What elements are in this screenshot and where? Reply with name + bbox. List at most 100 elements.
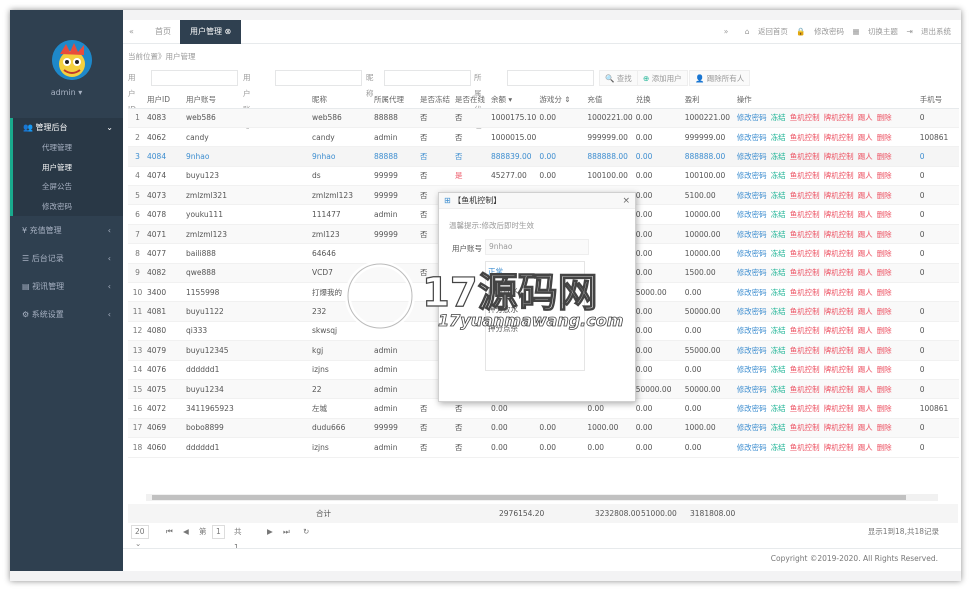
action-link[interactable]: 修改密码 (737, 113, 767, 122)
column-header[interactable]: 用户ID (144, 92, 183, 109)
prev-page-button[interactable]: ◀ (183, 524, 189, 540)
action-link[interactable]: 鱼机控制 (790, 113, 820, 122)
column-header[interactable]: 手机号 (916, 92, 959, 109)
action-link[interactable]: 牌机控制 (824, 443, 854, 452)
action-link[interactable]: 牌机控制 (824, 191, 854, 200)
column-header[interactable]: 操作 (733, 92, 917, 109)
sidebar-item-password[interactable]: 修改密码 (13, 197, 123, 217)
table-row[interactable]: 2 4062 candy candy admin 否否 1000015.00 999999.0… (128, 127, 959, 148)
action-link[interactable]: 修改密码 (737, 307, 767, 316)
action-link[interactable]: 踢人 (858, 268, 873, 277)
action-link[interactable]: 鱼机控制 (790, 171, 820, 180)
action-link[interactable]: 修改密码 (737, 230, 767, 239)
action-link[interactable]: 删除 (877, 288, 892, 297)
action-link[interactable]: 冻结 (771, 210, 786, 219)
action-link[interactable]: 修改密码 (737, 268, 767, 277)
action-link[interactable]: 冻结 (771, 346, 786, 355)
menu-group-video[interactable]: ▤ 视讯管理 ‹ (10, 277, 123, 297)
sidebar-item-agents[interactable]: 代理管理 (13, 138, 123, 158)
action-link[interactable]: 踢人 (858, 288, 873, 297)
action-link[interactable]: 修改密码 (737, 133, 767, 142)
action-link[interactable]: 牌机控制 (824, 404, 854, 413)
scroll-left-button[interactable]: « (123, 20, 145, 44)
menu-group-admin[interactable]: 👥 管理后台 ⌄ (10, 118, 123, 138)
scrollbar-thumb[interactable] (152, 495, 906, 500)
action-link[interactable]: 牌机控制 (824, 288, 854, 297)
table-row[interactable]: 18 4060 dddddd1 izjns admin 否否 0.00 0.00 0.00 0.0… (128, 437, 959, 458)
column-header[interactable]: 盈利 (681, 92, 734, 109)
action-link[interactable]: 鱼机控制 (790, 346, 820, 355)
action-link[interactable]: 鱼机控制 (790, 307, 820, 316)
action-link[interactable]: 鱼机控制 (790, 191, 820, 200)
action-link[interactable]: 删除 (877, 365, 892, 374)
action-link[interactable]: 踢人 (858, 326, 873, 335)
switch-theme-link[interactable]: ▦ 切换主题 (852, 27, 897, 36)
control-option[interactable]: 押分放水 (486, 300, 584, 319)
action-link[interactable]: 踢人 (858, 443, 873, 452)
action-link[interactable]: 冻结 (771, 365, 786, 374)
action-link[interactable]: 冻结 (771, 385, 786, 394)
action-link[interactable]: 踢人 (858, 171, 873, 180)
page-input[interactable]: 1 (212, 525, 225, 539)
action-link[interactable]: 冻结 (771, 230, 786, 239)
action-link[interactable]: 删除 (877, 268, 892, 277)
table-row[interactable]: 1 4083 web586 web586 88888 否否 1000175.10 0.00 10… (128, 108, 959, 128)
action-link[interactable]: 删除 (877, 133, 892, 142)
column-header[interactable]: 余额 ▾ (488, 92, 537, 109)
menu-group-recharge[interactable]: ¥ 充值管理 ‹ (10, 221, 123, 241)
action-link[interactable]: 踢人 (858, 152, 873, 161)
action-link[interactable]: 修改密码 (737, 365, 767, 374)
action-link[interactable]: 牌机控制 (824, 230, 854, 239)
action-link[interactable]: 冻结 (771, 423, 786, 432)
action-link[interactable]: 修改密码 (737, 423, 767, 432)
action-link[interactable]: 删除 (877, 249, 892, 258)
action-link[interactable]: 鱼机控制 (790, 385, 820, 394)
action-link[interactable]: 鱼机控制 (790, 288, 820, 297)
column-header[interactable]: 兑换 (632, 92, 682, 109)
action-link[interactable]: 鱼机控制 (790, 152, 820, 161)
action-link[interactable]: 修改密码 (737, 346, 767, 355)
action-link[interactable]: 修改密码 (737, 210, 767, 219)
action-link[interactable]: 修改密码 (737, 249, 767, 258)
action-link[interactable]: 冻结 (771, 191, 786, 200)
nickname-input[interactable] (384, 70, 471, 86)
action-link[interactable]: 牌机控制 (824, 113, 854, 122)
action-link[interactable]: 修改密码 (737, 385, 767, 394)
action-link[interactable]: 删除 (877, 326, 892, 335)
action-link[interactable]: 牌机控制 (824, 385, 854, 394)
action-link[interactable]: 删除 (877, 423, 892, 432)
action-link[interactable]: 鱼机控制 (790, 133, 820, 142)
action-link[interactable]: 冻结 (771, 113, 786, 122)
action-link[interactable]: 踢人 (858, 365, 873, 374)
table-row[interactable]: 4 4074 buyu123 ds 99999 否是 45277.00 0.00 100100.… (128, 166, 959, 187)
page-size-select[interactable]: 20 ⌄ (131, 525, 149, 548)
action-link[interactable]: 删除 (877, 443, 892, 452)
action-link[interactable]: 踢人 (858, 133, 873, 142)
dialog-account-input[interactable]: 9nhao (485, 239, 589, 255)
user-account-input[interactable] (275, 70, 362, 86)
action-link[interactable]: 冻结 (771, 307, 786, 316)
action-link[interactable]: 冻结 (771, 326, 786, 335)
close-icon[interactable]: ⊗ (225, 27, 232, 36)
menu-group-settings[interactable]: ⚙ 系统设置 ‹ (10, 305, 123, 325)
action-link[interactable]: 删除 (877, 152, 892, 161)
user-menu[interactable]: admin ▾ (10, 88, 123, 97)
control-option[interactable]: 押分点杀 (486, 319, 584, 338)
action-link[interactable]: 牌机控制 (824, 268, 854, 277)
action-link[interactable]: 冻结 (771, 404, 786, 413)
dialog-title-bar[interactable]: ⊞ 【鱼机控制】 × (439, 193, 635, 209)
action-link[interactable]: 修改密码 (737, 152, 767, 161)
action-link[interactable]: 冻结 (771, 443, 786, 452)
refresh-button[interactable]: ↻ (303, 524, 309, 540)
action-link[interactable]: 鱼机控制 (790, 326, 820, 335)
column-header[interactable]: 充值 (584, 92, 633, 109)
column-header[interactable]: 是否冻结 (417, 92, 452, 109)
sidebar-item-users[interactable]: 用户管理 (13, 158, 123, 178)
action-link[interactable]: 牌机控制 (824, 326, 854, 335)
action-link[interactable]: 牌机控制 (824, 133, 854, 142)
action-link[interactable]: 踢人 (858, 249, 873, 258)
horizontal-scrollbar[interactable] (146, 494, 938, 501)
action-link[interactable]: 踢人 (858, 423, 873, 432)
action-link[interactable]: 冻结 (771, 249, 786, 258)
table-row[interactable]: 3 4084 9nhao 9nhao 88888 否否 888839.00 0.00 88888… (128, 146, 959, 167)
